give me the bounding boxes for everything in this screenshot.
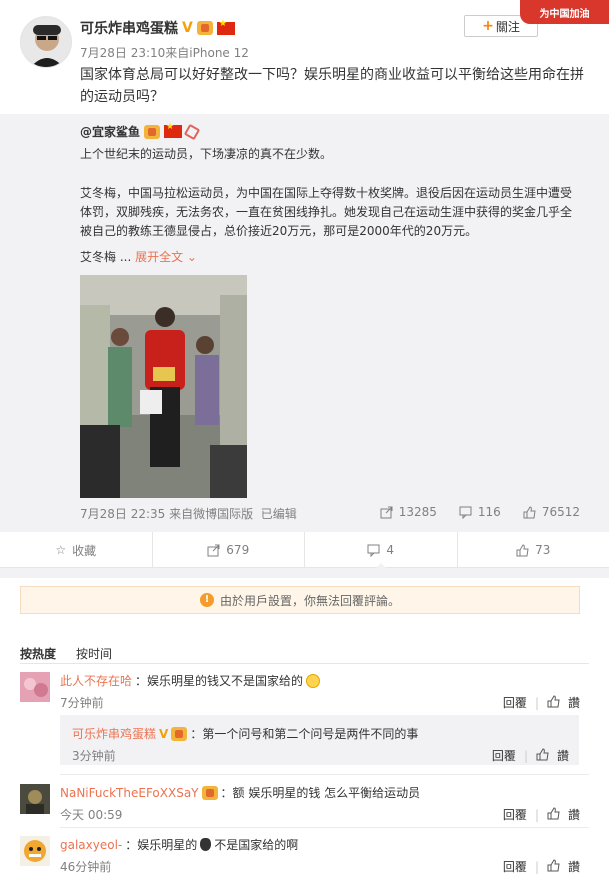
repost-truncated-text: 艾冬梅 ... (80, 250, 132, 264)
commenter-name[interactable]: NaNiFuckTheEFoXXSaY (60, 786, 199, 800)
thumbs-up-icon (523, 505, 536, 518)
section-gap (0, 568, 609, 578)
thumbs-up-icon[interactable] (547, 694, 560, 711)
share-button[interactable]: 679 (153, 532, 305, 568)
repost-photo[interactable] (80, 275, 247, 498)
comment-time: 7分钟前 (60, 696, 104, 710)
post-text: 国家体育总局可以好好整改一下吗？娱乐明星的商业收益可以平衡给这些用命在拼的运动员… (80, 67, 584, 105)
commenter-name[interactable]: 此人不存在哈 (60, 672, 132, 689)
repost-author-row: @宜家鲨鱼 (80, 122, 201, 140)
author-name-row: 可乐炸串鸡蛋糕 V (80, 18, 235, 38)
like-comment-button[interactable]: 讚 (568, 806, 580, 823)
comment-ops: 回覆 | 讚 (503, 806, 580, 823)
money-bag-icon (200, 838, 212, 851)
star-icon: ☆ (55, 543, 67, 557)
verified-icon: V (182, 20, 193, 36)
repost-comment-count[interactable]: 116 (459, 505, 501, 519)
post-meta: 7月28日 23:10来自iPhone 12 (80, 46, 249, 60)
comment-text: ：娱乐明星的钱又不是国家给的 (135, 674, 304, 688)
separator: | (534, 807, 539, 822)
china-flag-icon (164, 122, 183, 138)
repost-body: 艾冬梅，中国马拉松运动员，为中国在国际上夺得数十枚奖牌。退役后因在运动员生涯中遭… (80, 186, 573, 238)
reply-ops: 回覆 | 讚 (492, 747, 569, 764)
thumbs-up-icon[interactable] (547, 806, 560, 823)
member-crown-icon (171, 726, 188, 741)
warning-icon: ! (199, 593, 214, 607)
repost-share-count[interactable]: 13285 (380, 505, 437, 519)
nested-reply: 可乐炸串鸡蛋糕 V ：第一个问号和第二个问号是两件不同的事 3分钟前 回覆 | … (60, 715, 579, 765)
share-icon (380, 506, 393, 518)
repost-author[interactable]: @宜家鲨鱼 (80, 123, 140, 140)
divider (60, 774, 589, 775)
badge-icon (183, 123, 201, 140)
divider (60, 827, 589, 828)
promo-banner[interactable]: 为中国加油 (520, 0, 609, 24)
follow-label: 關注 (495, 19, 520, 34)
replier-name[interactable]: 可乐炸串鸡蛋糕 (72, 725, 156, 742)
comment-sort-tabs: 按热度 按时间 (20, 645, 112, 662)
author-name[interactable]: 可乐炸串鸡蛋糕 (80, 18, 178, 38)
commenter-avatar[interactable] (20, 836, 50, 866)
edited-label[interactable]: 已编辑 (261, 507, 297, 521)
comment-icon (459, 506, 472, 519)
china-flag-icon (216, 19, 235, 35)
thumbs-up-icon[interactable] (536, 747, 549, 764)
laugh-cry-emoji-icon (306, 673, 321, 688)
member-crown-icon (201, 785, 218, 800)
reply-time: 3分钟前 (72, 749, 116, 763)
sort-by-time-tab[interactable]: 按时间 (76, 645, 112, 662)
repost-stats: 13285 116 76512 (380, 505, 580, 519)
reply-text-row: 可乐炸串鸡蛋糕 V ：第一个问号和第二个问号是两件不同的事 (72, 725, 418, 742)
thumbs-up-icon[interactable] (547, 858, 560, 875)
thumbs-up-icon (516, 543, 529, 556)
comment-ops: 回覆 | 讚 (503, 858, 580, 875)
comment-text-row: 此人不存在哈 ：娱乐明星的钱又不是国家给的 (60, 672, 321, 689)
comment-time: 46分钟前 (60, 860, 112, 874)
reposted-weibo: @宜家鲨鱼 上个世纪末的运动员，下场凄凉的真不在少数。 艾冬梅，中国马拉松运动员… (0, 114, 609, 532)
reply-button[interactable]: 回覆 (492, 747, 516, 764)
repost-like-count[interactable]: 76512 (523, 505, 580, 519)
reply-text: ：第一个问号和第二个问号是两件不同的事 (190, 727, 419, 741)
comment-text-row: galaxyeol- ：娱乐明星的 不是国家给的啊 (60, 836, 298, 853)
reply-button[interactable]: 回覆 (503, 858, 527, 875)
comment-text: ：娱乐明星的 (125, 838, 198, 852)
commenter-avatar[interactable] (20, 784, 50, 814)
like-button[interactable]: 73 (458, 532, 609, 568)
plus-icon: + (482, 18, 494, 34)
repost-more-row: 艾冬梅 ... 展开全文 ⌄ (80, 248, 197, 265)
divider (20, 663, 589, 664)
share-icon (207, 544, 220, 556)
verified-icon: V (159, 726, 169, 741)
post-action-bar: ☆ 收藏 679 4 73 (0, 532, 609, 569)
expand-full-text-link[interactable]: 展开全文 ⌄ (135, 250, 197, 264)
separator: | (534, 859, 539, 874)
reply-button[interactable]: 回覆 (503, 806, 527, 823)
separator: | (534, 695, 539, 710)
member-crown-icon (196, 21, 213, 35)
author-avatar[interactable] (20, 16, 72, 68)
sort-by-hot-tab[interactable]: 按热度 (20, 645, 56, 662)
comment-icon (367, 544, 380, 557)
comment-text-row: NaNiFuckTheEFoXXSaY ：额 娱乐明星的钱 怎么平衡给运动员 (60, 784, 420, 801)
member-crown-icon (144, 124, 161, 139)
separator: | (523, 748, 528, 763)
reply-disabled-notice: ! 由於用戶設置，你無法回覆評論。 (20, 586, 580, 614)
comment-text: ：额 娱乐明星的钱 怎么平衡给运动员 (220, 786, 421, 800)
commenter-avatar[interactable] (20, 672, 50, 702)
commenter-name[interactable]: galaxyeol- (60, 838, 122, 852)
reply-button[interactable]: 回覆 (503, 694, 527, 711)
repost-first-line: 上个世纪末的运动员，下场凄凉的真不在少数。 (80, 147, 333, 161)
like-comment-button[interactable]: 讚 (557, 747, 569, 764)
comment-button[interactable]: 4 (305, 532, 458, 569)
comment-ops: 回覆 | 讚 (503, 694, 580, 711)
favorite-button[interactable]: ☆ 收藏 (0, 532, 153, 568)
like-comment-button[interactable]: 讚 (568, 694, 580, 711)
comment-text: 不是国家给的啊 (214, 838, 299, 852)
like-comment-button[interactable]: 讚 (568, 858, 580, 875)
repost-meta: 7月28日 22:35 来自微博国际版 已编辑 (80, 507, 297, 521)
comment-time: 今天 00:59 (60, 808, 123, 822)
